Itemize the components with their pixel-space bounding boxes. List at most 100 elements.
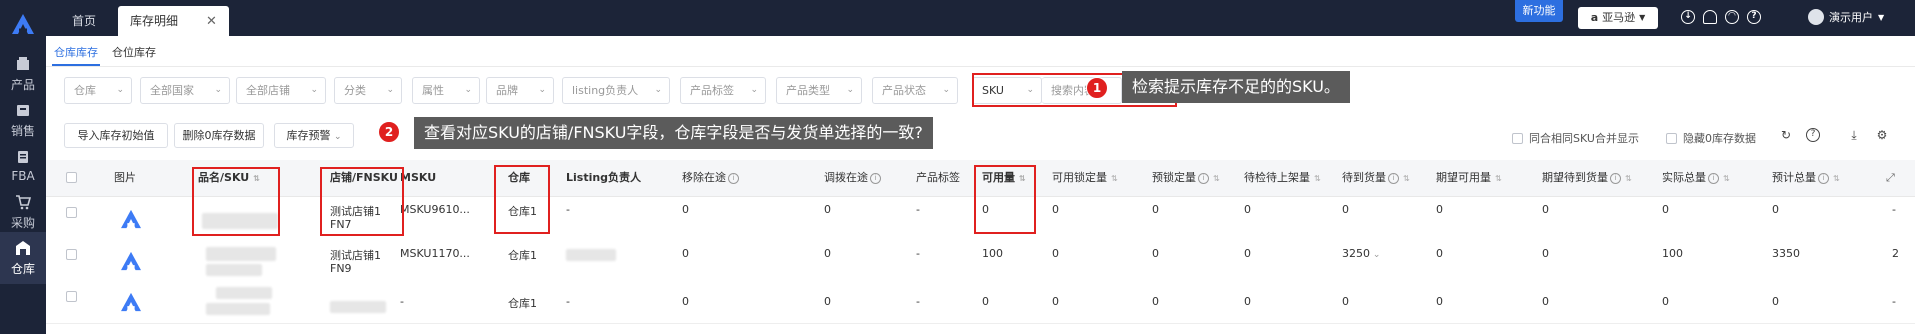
filter-country[interactable]: 全部国家 ⌄: [140, 77, 230, 104]
cell-actual-total: 100: [1662, 247, 1683, 260]
sidebar-item-label: 仓库: [10, 261, 35, 276]
close-icon[interactable]: ✕: [206, 14, 217, 29]
cell-expected-incoming: 0: [1542, 203, 1549, 216]
cell-tag: -: [916, 295, 920, 308]
download-icon[interactable]: ↓: [1681, 10, 1695, 24]
cell-removing: 0: [682, 203, 689, 216]
new-feature-button[interactable]: 新功能: [1515, 0, 1563, 22]
sidebar-item-product[interactable]: 产品: [0, 48, 46, 100]
filter-shop[interactable]: 全部店铺 ⌄: [236, 77, 326, 104]
sidebar-item-sales[interactable]: 销售: [0, 94, 46, 146]
col-pending-shelf[interactable]: 待检待上架量 ⇅: [1244, 160, 1321, 196]
tab-home[interactable]: 首页: [60, 6, 108, 36]
import-initial-button[interactable]: 导入库存初始值: [64, 123, 168, 148]
headset-icon[interactable]: ◠: [1725, 10, 1739, 24]
filter-warehouse[interactable]: 仓库 ⌄: [64, 77, 132, 104]
chevron-down-icon: ⌄: [333, 132, 342, 142]
row-checkbox[interactable]: [66, 207, 77, 218]
sidebar-item-label: FBA: [11, 169, 35, 183]
filter-brand[interactable]: 品牌 ⌄: [486, 77, 554, 104]
info-icon: i: [1198, 173, 1209, 184]
cell-pre-locked: 0: [1152, 247, 1159, 260]
refresh-icon[interactable]: ↻: [1779, 128, 1793, 142]
filter-label: 全部国家: [150, 84, 194, 97]
filter-product-tag[interactable]: 产品标签 ⌄: [680, 77, 766, 104]
settings-icon[interactable]: ⚙: [1875, 128, 1889, 142]
chevron-down-icon: ⌄: [1370, 250, 1381, 260]
stock-warning-button[interactable]: 库存预警 ⌄: [274, 123, 354, 148]
col-estimated-total[interactable]: 预计总量 i ⇅: [1772, 160, 1840, 196]
filter-product-type[interactable]: 产品类型 ⌄: [776, 77, 862, 104]
delete-zero-button[interactable]: 删除0库存数据: [174, 123, 264, 148]
download-icon[interactable]: ⤓: [1847, 128, 1861, 142]
merge-checkbox[interactable]: [1512, 132, 1523, 144]
cell-extra: 2: [1892, 247, 1899, 260]
highlight-box-name-sku: [192, 167, 280, 236]
sidebar-item-label: 销售: [10, 123, 35, 138]
msku: MSKU9610...: [400, 203, 470, 216]
tab-inventory-detail[interactable]: 库存明细 ✕: [118, 6, 229, 36]
col-expected-incoming[interactable]: 期望待到货量 i ⇅: [1542, 160, 1632, 196]
select-all-checkbox[interactable]: [66, 172, 77, 183]
sidebar-item-warehouse[interactable]: 仓库: [0, 232, 46, 284]
sort-icon: ⇅: [1403, 174, 1410, 183]
bell-icon[interactable]: [1703, 10, 1717, 24]
help-icon[interactable]: ?: [1806, 128, 1820, 142]
avatar: [1808, 9, 1824, 25]
user-name: 演示用户: [1829, 11, 1873, 24]
tab-warehouse-inventory[interactable]: 仓库库存: [54, 44, 98, 60]
platform-select[interactable]: a 亚马逊 ▼: [1578, 7, 1658, 29]
info-icon: i: [870, 173, 881, 184]
box-icon: [17, 56, 29, 70]
cell-tag: -: [916, 247, 920, 260]
cell-pending-shelf: 0: [1244, 203, 1251, 216]
filter-product-status[interactable]: 产品状态 ⌄: [872, 77, 958, 104]
help-icon[interactable]: ?: [1747, 10, 1761, 24]
sidebar: 产品 销售 FBA 采购 仓库: [0, 0, 46, 334]
cell-transferring: 0: [824, 203, 831, 216]
cell-incoming[interactable]: 3250 ⌄: [1342, 247, 1380, 260]
col-available-locked[interactable]: 可用锁定量 ⇅: [1052, 160, 1118, 196]
filter-attribute[interactable]: 属性 ⌄: [412, 77, 480, 104]
option-label: 同合相同SKU合并显示: [1529, 132, 1639, 145]
info-icon: i: [1610, 173, 1621, 184]
chevron-down-icon: ▼: [1878, 12, 1885, 22]
row-checkbox[interactable]: [66, 249, 77, 260]
info-icon: i: [1388, 173, 1399, 184]
col-actual-total[interactable]: 实际总量 i ⇅: [1662, 160, 1730, 196]
hide-zero-checkbox[interactable]: [1666, 132, 1677, 144]
cell-expected-available: 0: [1436, 203, 1443, 216]
col-incoming[interactable]: 待到货量 i ⇅: [1342, 160, 1410, 196]
merge-sku-option[interactable]: 同合相同SKU合并显示: [1512, 130, 1639, 146]
col-label: 调拨在途: [824, 171, 868, 184]
chevron-down-icon: ▼: [1639, 13, 1646, 22]
cell-removing: 0: [682, 247, 689, 260]
sidebar-item-purchase[interactable]: 采购: [0, 186, 46, 238]
callout-1: 检索提示库存不足的的SKU。: [1122, 71, 1350, 103]
sidebar-item-fba[interactable]: FBA: [0, 140, 46, 192]
col-label: 待检待上架量: [1244, 171, 1310, 184]
col-label: 期望待到货量: [1542, 171, 1608, 184]
cell-incoming: 0: [1342, 295, 1349, 308]
cell-extra: -: [1892, 203, 1896, 216]
filter-label: 产品状态: [882, 84, 926, 97]
filter-category[interactable]: 分类 ⌄: [334, 77, 402, 104]
hide-zero-option[interactable]: 隐藏0库存数据: [1666, 130, 1756, 146]
col-pre-locked[interactable]: 预锁定量 i ⇅: [1152, 160, 1220, 196]
expand-icon[interactable]: ⤢: [1886, 160, 1895, 196]
col-expected-available[interactable]: 期望可用量 ⇅: [1436, 160, 1502, 196]
sort-icon: ⇅: [1111, 174, 1118, 183]
cell-expected-incoming: 0: [1542, 295, 1549, 308]
cell-available: 0: [982, 295, 989, 308]
shop-name: 测试店铺1: [330, 249, 381, 262]
col-listing-owner: Listing负责人: [566, 171, 642, 184]
sidebar-item-label: 采购: [10, 215, 35, 230]
row-checkbox[interactable]: [66, 291, 77, 302]
user-menu[interactable]: 演示用户 ▼: [1808, 9, 1884, 25]
filter-listing-owner[interactable]: listing负责人 ⌄: [562, 77, 670, 104]
app-logo[interactable]: [7, 10, 39, 38]
warehouse: 仓库1: [508, 249, 537, 262]
chevron-down-icon: ⌄: [538, 85, 546, 95]
truck-icon: [18, 151, 28, 163]
tab-location-inventory[interactable]: 仓位库存: [112, 44, 156, 60]
